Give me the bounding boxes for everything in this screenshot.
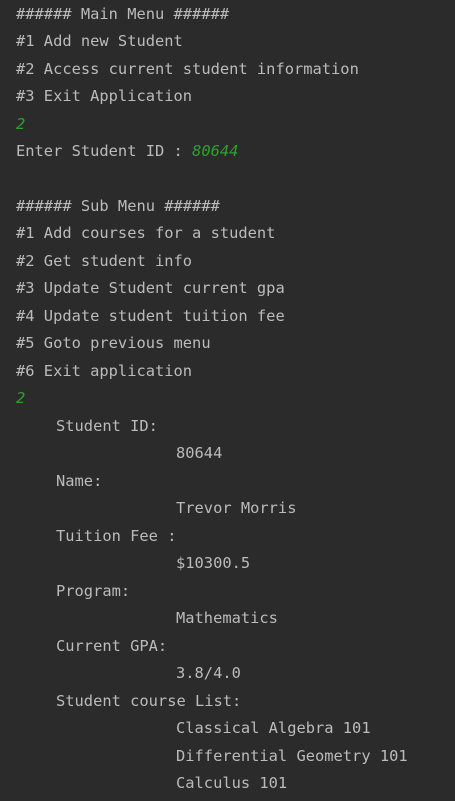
main-menu-choice-input: 2 bbox=[16, 115, 26, 133]
main-menu-option: #2 Access current student information bbox=[16, 60, 359, 78]
sub-menu-option: #6 Exit application bbox=[16, 362, 193, 380]
current-gpa-value: 3.8/4.0 bbox=[176, 664, 241, 682]
main-menu-option: #1 Add new Student bbox=[16, 32, 183, 50]
sub-menu-option: #4 Update student tuition fee bbox=[16, 307, 285, 325]
console-output[interactable]: ###### Main Menu ###### #1 Add new Stude… bbox=[0, 0, 455, 801]
main-menu-header: ###### Main Menu ###### bbox=[16, 5, 230, 23]
sub-menu-option: #5 Goto previous menu bbox=[16, 334, 211, 352]
name-label: Name: bbox=[56, 472, 103, 490]
student-id-label: Student ID: bbox=[56, 417, 158, 435]
main-menu-option: #3 Exit Application bbox=[16, 87, 193, 105]
student-id-value: 80644 bbox=[176, 444, 223, 462]
name-value: Trevor Morris bbox=[176, 499, 297, 517]
course-list-item: Calculus 101 bbox=[176, 774, 288, 792]
current-gpa-label: Current GPA: bbox=[56, 637, 168, 655]
sub-menu-option: #1 Add courses for a student bbox=[16, 224, 276, 242]
student-id-prompt: Enter Student ID : bbox=[16, 142, 193, 160]
sub-menu-option: #2 Get student info bbox=[16, 252, 193, 270]
course-list-item: Differential Geometry 101 bbox=[176, 747, 408, 765]
student-id-prompt-line: Enter Student ID : 80644 bbox=[16, 141, 238, 161]
student-id-input: 80644 bbox=[192, 142, 239, 160]
program-label: Program: bbox=[56, 582, 131, 600]
program-value: Mathematics bbox=[176, 609, 278, 627]
sub-menu-header: ###### Sub Menu ###### bbox=[16, 197, 220, 215]
tuition-fee-value: $10300.5 bbox=[176, 554, 251, 572]
tuition-fee-label: Tuition Fee : bbox=[56, 527, 177, 545]
course-list-item: Classical Algebra 101 bbox=[176, 719, 371, 737]
sub-menu-option: #3 Update Student current gpa bbox=[16, 279, 285, 297]
sub-menu-choice-input: 2 bbox=[16, 389, 26, 407]
course-list-label: Student course List: bbox=[56, 692, 242, 710]
